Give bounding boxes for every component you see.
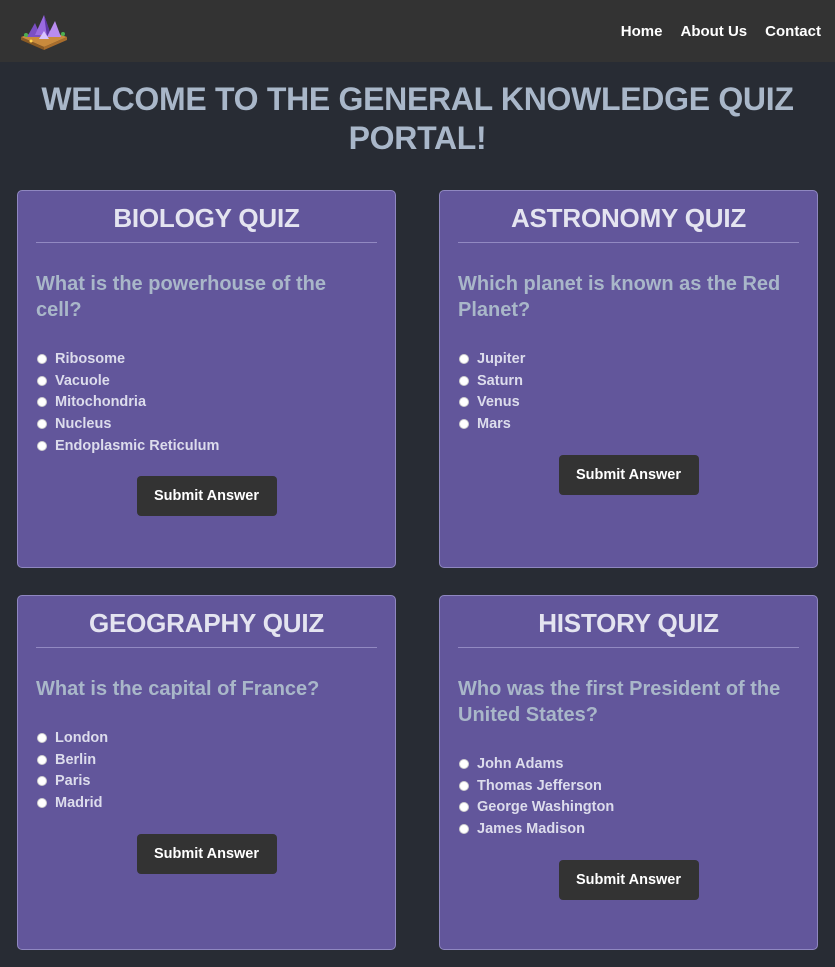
radio-button[interactable] — [459, 353, 469, 364]
nav-about-link[interactable]: About Us — [680, 23, 747, 40]
radio-button[interactable] — [37, 776, 47, 787]
option-item[interactable]: Jupiter — [458, 348, 799, 370]
radio-button[interactable] — [459, 375, 469, 386]
option-label: Thomas Jefferson — [477, 777, 602, 794]
option-label: John Adams — [477, 755, 564, 772]
history-quiz-card: HISTORY QUIZ Who was the first President… — [439, 595, 818, 950]
options-list: John Adams Thomas Jefferson George Washi… — [458, 753, 799, 840]
option-label: Mitochondria — [55, 394, 147, 411]
option-label: Jupiter — [477, 350, 526, 367]
crystal-logo-icon[interactable] — [17, 11, 71, 51]
option-label: George Washington — [477, 799, 615, 816]
option-label: Ribosome — [55, 350, 126, 367]
quiz-title: BIOLOGY QUIZ — [36, 203, 377, 243]
option-item[interactable]: Endoplasmic Reticulum — [36, 435, 377, 457]
option-item[interactable]: George Washington — [458, 796, 799, 818]
radio-button[interactable] — [37, 732, 47, 743]
option-item[interactable]: Vacuole — [36, 370, 377, 392]
quiz-question: Which planet is known as the Red Planet? — [458, 273, 781, 321]
option-label: Madrid — [55, 794, 103, 811]
quiz-title: ASTRONOMY QUIZ — [458, 203, 799, 243]
option-item[interactable]: James Madison — [458, 818, 799, 840]
quiz-title: HISTORY QUIZ — [458, 608, 799, 648]
options-list: Ribosome Vacuole Mitochondria Nucleus En… — [36, 348, 377, 456]
option-label: Vacuole — [55, 372, 110, 389]
option-item[interactable]: Saturn — [458, 370, 799, 392]
biology-quiz-card: BIOLOGY QUIZ What is the powerhouse of t… — [17, 190, 396, 568]
option-item[interactable]: John Adams — [458, 753, 799, 775]
radio-button[interactable] — [459, 758, 469, 769]
options-list: Jupiter Saturn Venus Mars — [458, 348, 799, 435]
submit-answer-button[interactable]: Submit Answer — [558, 454, 699, 495]
nav-links: Home About Us Contact — [621, 23, 821, 40]
nav-home-link[interactable]: Home — [621, 23, 663, 40]
radio-button[interactable] — [459, 418, 469, 429]
option-label: Berlin — [55, 751, 97, 768]
navbar: Home About Us Contact — [0, 0, 835, 62]
radio-button[interactable] — [37, 375, 47, 386]
submit-answer-button[interactable]: Submit Answer — [136, 833, 277, 874]
radio-button[interactable] — [459, 802, 469, 813]
quiz-question: What is the capital of France? — [36, 678, 320, 700]
radio-button[interactable] — [459, 397, 469, 408]
submit-answer-button[interactable]: Submit Answer — [558, 859, 699, 900]
quiz-title: GEOGRAPHY QUIZ — [36, 608, 377, 648]
option-item[interactable]: Madrid — [36, 792, 377, 814]
option-label: Mars — [477, 415, 511, 432]
radio-button[interactable] — [37, 397, 47, 408]
geography-quiz-card: GEOGRAPHY QUIZ What is the capital of Fr… — [17, 595, 396, 950]
quiz-grid: BIOLOGY QUIZ What is the powerhouse of t… — [17, 190, 818, 950]
option-label: London — [55, 729, 109, 746]
option-item[interactable]: Mitochondria — [36, 391, 377, 413]
option-label: James Madison — [477, 820, 585, 837]
nav-contact-link[interactable]: Contact — [765, 23, 821, 40]
submit-answer-button[interactable]: Submit Answer — [136, 476, 277, 517]
option-item[interactable]: Paris — [36, 770, 377, 792]
options-list: London Berlin Paris Madrid — [36, 727, 377, 814]
option-item[interactable]: Thomas Jefferson — [458, 775, 799, 797]
radio-button[interactable] — [37, 440, 47, 451]
option-label: Endoplasmic Reticulum — [55, 437, 220, 454]
quiz-question: What is the powerhouse of the cell? — [36, 273, 327, 321]
option-item[interactable]: Ribosome — [36, 348, 377, 370]
option-item[interactable]: Mars — [458, 413, 799, 435]
option-label: Saturn — [477, 372, 523, 389]
radio-button[interactable] — [37, 418, 47, 429]
page-title: WELCOME TO THE GENERAL KNOWLEDGE QUIZ PO… — [41, 81, 794, 156]
radio-button[interactable] — [37, 353, 47, 364]
option-item[interactable]: Venus — [458, 391, 799, 413]
option-item[interactable]: Berlin — [36, 749, 377, 771]
radio-button[interactable] — [37, 754, 47, 765]
quiz-question: Who was the first President of the Unite… — [458, 678, 781, 726]
radio-button[interactable] — [459, 823, 469, 834]
option-label: Paris — [55, 773, 91, 790]
astronomy-quiz-card: ASTRONOMY QUIZ Which planet is known as … — [439, 190, 818, 568]
radio-button[interactable] — [37, 797, 47, 808]
radio-button[interactable] — [459, 780, 469, 791]
option-label: Nucleus — [55, 415, 112, 432]
option-item[interactable]: Nucleus — [36, 413, 377, 435]
option-item[interactable]: London — [36, 727, 377, 749]
option-label: Venus — [477, 394, 520, 411]
